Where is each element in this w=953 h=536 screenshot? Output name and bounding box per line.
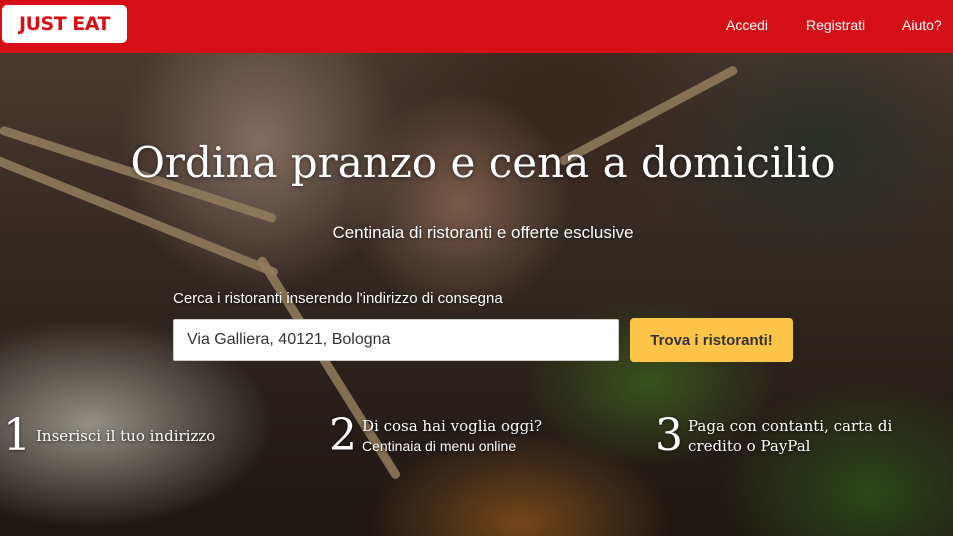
step-3: 3 Paga con contanti, carta di credito o … bbox=[655, 412, 950, 460]
hero-subtitle: Centinaia di ristoranti e offerte esclus… bbox=[332, 223, 634, 242]
address-search-input[interactable] bbox=[173, 319, 619, 361]
login-link[interactable]: Accedi bbox=[726, 17, 768, 33]
step-number: 1 bbox=[3, 410, 31, 461]
step-subtitle: Centinaia di menu online bbox=[362, 438, 517, 454]
step-title: Di cosa hai voglia oggi? bbox=[362, 417, 543, 435]
step-title: Paga con contanti, carta di credito o Pa… bbox=[688, 417, 893, 455]
top-navigation-bar: JUST EAT Accedi Registrati Aiuto? bbox=[0, 0, 953, 53]
step-title: Inserisci il tuo indirizzo bbox=[36, 427, 216, 445]
help-link[interactable]: Aiuto? bbox=[902, 17, 942, 33]
find-restaurants-button[interactable]: Trova i ristoranti! bbox=[630, 318, 793, 362]
step-number: 2 bbox=[329, 410, 357, 461]
step-1: 1 Inserisci il tuo indirizzo bbox=[3, 412, 215, 460]
search-label: Cerca i ristoranti inserendo l'indirizzo… bbox=[173, 290, 503, 307]
step-number: 3 bbox=[655, 410, 683, 461]
just-eat-logo[interactable]: JUST EAT bbox=[2, 5, 127, 43]
step-2: 2 Di cosa hai voglia oggi? Centinaia di … bbox=[329, 412, 542, 460]
step-text: Di cosa hai voglia oggi? Centinaia di me… bbox=[362, 412, 542, 455]
page-title: Ordina pranzo e cena a domicilio bbox=[130, 138, 836, 187]
register-link[interactable]: Registrati bbox=[806, 17, 865, 33]
step-text: Inserisci il tuo indirizzo bbox=[36, 412, 215, 446]
step-text: Paga con contanti, carta di credito o Pa… bbox=[688, 412, 950, 456]
